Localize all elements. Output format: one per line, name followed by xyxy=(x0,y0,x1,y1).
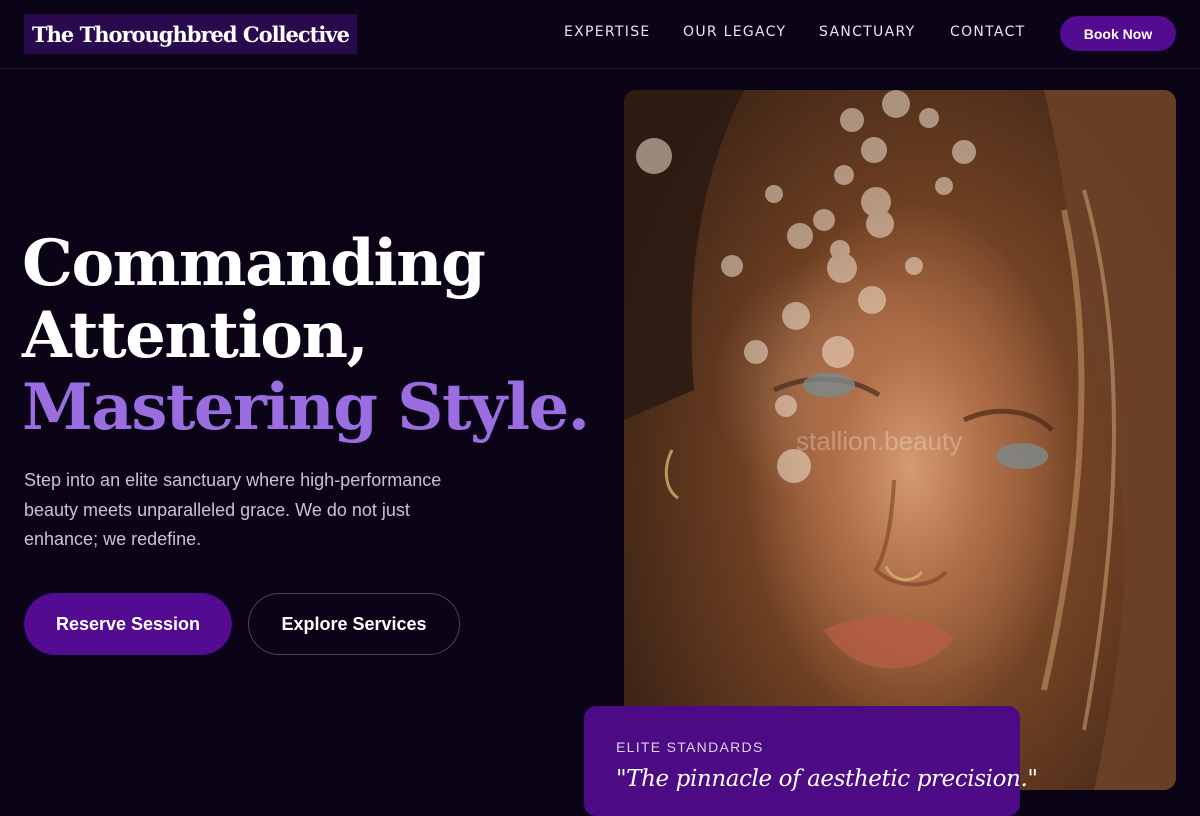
hero-title: Commanding Attention, Mastering Style. xyxy=(22,226,590,445)
nav-expertise[interactable]: EXPERTISE xyxy=(564,24,651,40)
quote-text: "The pinnacle of aesthetic precision." xyxy=(616,766,1038,792)
site-header: The Thoroughbred Collective EXPERTISE OU… xyxy=(0,0,1200,69)
hero-title-line-1: Commanding xyxy=(22,226,486,301)
image-watermark: stallion.beauty xyxy=(796,426,963,456)
nav-contact[interactable]: CONTACT xyxy=(950,24,1026,40)
explore-services-button[interactable]: Explore Services xyxy=(248,593,460,655)
nav-sanctuary[interactable]: SANCTUARY xyxy=(819,24,915,40)
book-now-button[interactable]: Book Now xyxy=(1060,16,1176,51)
hero-title-accent: Mastering Style. xyxy=(22,370,590,445)
hero-portrait-image: stallion.beauty xyxy=(624,90,1176,790)
hero-subtitle: Step into an elite sanctuary where high-… xyxy=(24,470,442,549)
quote-eyebrow: ELITE STANDARDS xyxy=(616,739,764,755)
hero-title-line-2: Attention, xyxy=(22,298,369,373)
reserve-session-button[interactable]: Reserve Session xyxy=(24,593,232,655)
nav-our-legacy[interactable]: OUR LEGACY xyxy=(683,24,786,40)
brand-logo[interactable]: The Thoroughbred Collective xyxy=(24,14,357,54)
